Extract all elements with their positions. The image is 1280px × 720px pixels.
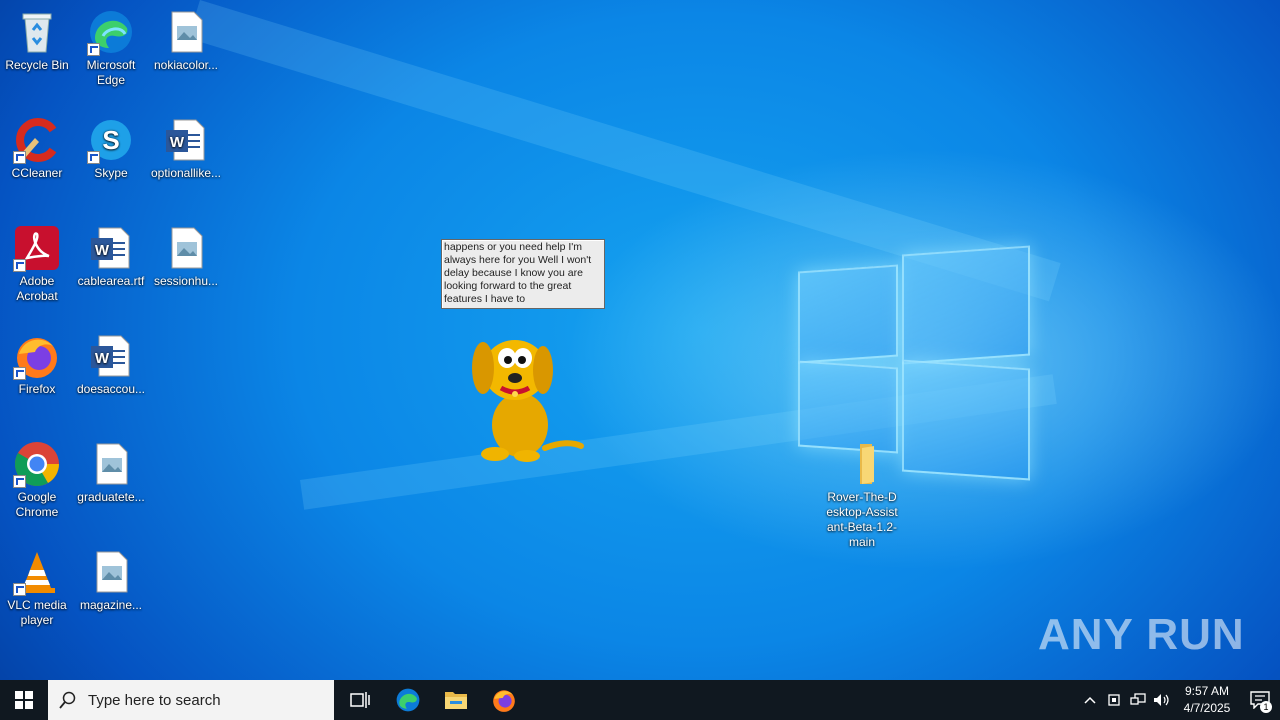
file-explorer-icon — [445, 692, 467, 709]
watermark-text: ANY RUN — [1038, 610, 1245, 659]
desktop-icon-firefox[interactable]: Firefox — [0, 332, 74, 397]
edge-icon — [396, 688, 420, 712]
desktop-icon-adobe-acrobat[interactable]: Adobe Acrobat — [0, 224, 74, 304]
acrobat-icon — [13, 224, 61, 272]
tray-volume-button[interactable] — [1150, 680, 1174, 720]
desktop-icon-label: cablearea.rtf — [77, 274, 145, 288]
shortcut-arrow-icon — [13, 475, 26, 488]
search-icon — [48, 691, 88, 709]
action-center-button[interactable]: 1 — [1240, 680, 1280, 720]
chevron-up-icon — [1084, 696, 1096, 704]
show-hidden-icons-button[interactable] — [1078, 680, 1102, 720]
clock-time: 9:57 AM — [1184, 684, 1230, 698]
word-doc-icon: W — [87, 224, 135, 272]
desktop-icon-recycle-bin[interactable]: Recycle Bin — [0, 8, 74, 73]
word-doc-icon: W — [162, 116, 210, 164]
windows-logo-pane — [902, 245, 1030, 365]
task-view-icon — [350, 692, 370, 708]
shortcut-arrow-icon — [87, 43, 100, 56]
svg-text:S: S — [102, 125, 119, 155]
desktop-icon-ccleaner[interactable]: CCleaner — [0, 116, 74, 181]
network-icon — [1130, 693, 1146, 705]
start-button[interactable] — [0, 680, 48, 720]
shortcut-arrow-icon — [13, 259, 26, 272]
shortcut-arrow-icon — [13, 367, 26, 380]
clock-date: 4/7/2025 — [1183, 701, 1231, 715]
search-placeholder: Type here to search — [88, 691, 221, 709]
anyrun-watermark: ANY RUN — [1038, 610, 1245, 660]
desktop-icon-doesaccou[interactable]: W doesaccou... — [74, 332, 148, 397]
word-doc-icon: W — [87, 332, 135, 380]
rover-dog-assistant[interactable] — [465, 330, 590, 465]
task-view-button[interactable] — [336, 680, 384, 720]
desktop-icon-label: VLC media player — [7, 598, 67, 627]
taskbar-search-box[interactable]: Type here to search — [48, 680, 334, 720]
image-file-icon — [162, 224, 210, 272]
desktop[interactable]: Recycle Bin CCleaner Adobe Acrobat Firef… — [0, 0, 1280, 680]
taskbar-clock[interactable]: 9:57 AM 4/7/2025 — [1174, 683, 1240, 717]
windows-logo-pane — [902, 359, 1030, 481]
taskbar-file-explorer-button[interactable] — [432, 680, 480, 720]
tray-assistant-button[interactable] — [1102, 680, 1126, 720]
desktop-icon-label: doesaccou... — [76, 382, 146, 396]
assistant-speech-bubble[interactable]: happens or you need help I'm always here… — [441, 239, 605, 309]
taskbar-firefox-button[interactable] — [480, 680, 528, 720]
desktop-icon-label: sessionhu... — [153, 274, 219, 288]
desktop-icon-rover-folder[interactable]: Rover-The-Desktop-Assistant-Beta-1.2-mai… — [824, 440, 900, 550]
desktop-icon-optionallike[interactable]: W optionallike... — [149, 116, 223, 181]
firefox-icon — [13, 332, 61, 380]
vlc-icon — [13, 548, 61, 596]
firefox-icon — [493, 690, 515, 712]
desktop-icon-magazine[interactable]: magazine... — [74, 548, 148, 613]
desktop-icon-microsoft-edge[interactable]: Microsoft Edge — [74, 8, 148, 88]
desktop-icon-label: Adobe Acrobat — [16, 274, 58, 303]
shortcut-arrow-icon — [87, 151, 100, 164]
taskbar: Type here to search 9:57 AM 4/7/2025 1 — [0, 680, 1280, 720]
notification-count-badge: 1 — [1260, 701, 1272, 713]
ccleaner-icon — [13, 116, 61, 164]
desktop-icon-vlc[interactable]: VLC media player — [0, 548, 74, 628]
desktop-icon-label: CCleaner — [11, 166, 63, 180]
svg-text:W: W — [95, 242, 110, 259]
desktop-icon-label: magazine... — [79, 598, 143, 612]
svg-text:W: W — [170, 134, 185, 151]
desktop-icon-label: Skype — [94, 166, 128, 180]
desktop-icon-google-chrome[interactable]: Google Chrome — [0, 440, 74, 520]
image-file-icon — [162, 8, 210, 56]
skype-icon: S — [87, 116, 135, 164]
desktop-icon-nokiacolor[interactable]: nokiacolor... — [149, 8, 223, 73]
shortcut-arrow-icon — [13, 151, 26, 164]
taskbar-edge-button[interactable] — [384, 680, 432, 720]
desktop-icon-label: optionallike... — [150, 166, 222, 180]
image-file-icon — [87, 548, 135, 596]
shortcut-arrow-icon — [13, 583, 26, 596]
desktop-icon-label: Recycle Bin — [5, 58, 69, 72]
desktop-icon-cablearea[interactable]: W cablearea.rtf — [74, 224, 148, 289]
image-file-icon — [87, 440, 135, 488]
windows-start-icon — [15, 691, 33, 709]
tray-network-button[interactable] — [1126, 680, 1150, 720]
svg-text:W: W — [95, 350, 110, 367]
desktop-icon-label: Firefox — [18, 382, 56, 396]
windows-logo-pane — [798, 264, 898, 364]
chrome-icon — [13, 440, 61, 488]
recycle-bin-icon — [13, 8, 61, 56]
desktop-icon-skype[interactable]: S Skype — [74, 116, 148, 181]
desktop-icon-label: nokiacolor... — [153, 58, 219, 72]
volume-icon — [1154, 694, 1169, 706]
desktop-icon-label: Google Chrome — [15, 490, 59, 519]
desktop-icon-label: Microsoft Edge — [86, 58, 136, 87]
desktop-icon-sessionhu[interactable]: sessionhu... — [149, 224, 223, 289]
system-tray: 9:57 AM 4/7/2025 1 — [1078, 680, 1280, 720]
device-icon — [1108, 694, 1120, 706]
desktop-icon-graduatete[interactable]: graduatete... — [74, 440, 148, 505]
folder-icon — [838, 440, 886, 488]
desktop-icon-label: Rover-The-Desktop-Assistant-Beta-1.2-mai… — [826, 490, 898, 549]
edge-icon — [87, 8, 135, 56]
desktop-icon-label: graduatete... — [77, 490, 145, 504]
